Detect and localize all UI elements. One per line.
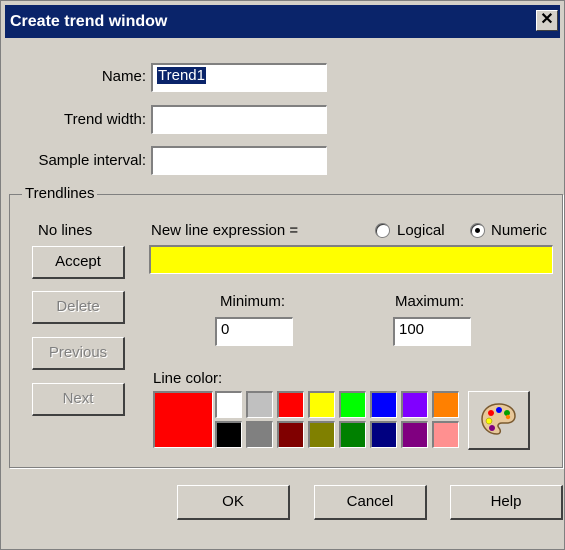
color-swatch[interactable] xyxy=(308,421,335,448)
color-swatch[interactable] xyxy=(339,391,366,418)
trendlines-group-title: Trendlines xyxy=(22,185,98,202)
maximum-label: Maximum: xyxy=(395,293,465,310)
trend-width-label: Trend width: xyxy=(64,111,146,128)
logical-radio[interactable] xyxy=(375,223,390,238)
color-swatch[interactable] xyxy=(246,421,273,448)
help-button[interactable]: Help xyxy=(450,485,563,520)
close-button[interactable]: ✕ xyxy=(536,10,558,31)
trend-width-input[interactable] xyxy=(151,105,327,134)
color-swatch[interactable] xyxy=(370,421,397,448)
create-trend-dialog: Create trend window ✕ Name: Trend1 Trend… xyxy=(0,0,565,550)
line-count-status: No lines xyxy=(38,222,93,239)
numeric-radio-label: Numeric xyxy=(491,222,547,239)
custom-color-button[interactable] xyxy=(468,391,530,450)
sample-interval-input[interactable] xyxy=(151,146,327,175)
line-color-label: Line color: xyxy=(153,370,223,387)
selected-color-swatch xyxy=(153,391,213,448)
color-swatch[interactable] xyxy=(277,421,304,448)
numeric-radio[interactable] xyxy=(470,223,485,238)
maximum-input[interactable]: 100 xyxy=(393,317,471,346)
expression-input[interactable] xyxy=(149,245,553,274)
palette-icon xyxy=(480,403,516,435)
delete-button[interactable]: Delete xyxy=(32,291,125,324)
next-button[interactable]: Next xyxy=(32,383,125,416)
color-swatch[interactable] xyxy=(246,391,273,418)
accept-button[interactable]: Accept xyxy=(32,246,125,279)
minimum-label: Minimum: xyxy=(220,293,286,310)
color-swatch[interactable] xyxy=(308,391,335,418)
previous-button[interactable]: Previous xyxy=(32,337,125,370)
color-swatch[interactable] xyxy=(432,421,459,448)
minimum-value: 0 xyxy=(221,321,230,338)
name-input[interactable]: Trend1 xyxy=(151,63,327,92)
color-swatch[interactable] xyxy=(401,391,428,418)
color-swatch[interactable] xyxy=(432,391,459,418)
cancel-button[interactable]: Cancel xyxy=(314,485,427,520)
expression-label: New line expression = xyxy=(151,222,299,239)
color-swatch[interactable] xyxy=(370,391,397,418)
color-swatch[interactable] xyxy=(401,421,428,448)
window-title: Create trend window xyxy=(10,13,168,30)
sample-interval-label: Sample interval: xyxy=(38,152,146,169)
color-swatch[interactable] xyxy=(277,391,304,418)
color-swatch[interactable] xyxy=(215,421,242,448)
logical-radio-label: Logical xyxy=(397,222,445,239)
maximum-value: 100 xyxy=(399,321,425,338)
close-icon: ✕ xyxy=(540,11,554,28)
minimum-input[interactable]: 0 xyxy=(215,317,293,346)
name-value: Trend1 xyxy=(157,67,206,84)
color-swatch[interactable] xyxy=(339,421,366,448)
name-label: Name: xyxy=(101,68,146,85)
ok-button[interactable]: OK xyxy=(177,485,290,520)
title-bar[interactable]: Create trend window ✕ xyxy=(5,5,560,38)
color-swatch[interactable] xyxy=(215,391,242,418)
